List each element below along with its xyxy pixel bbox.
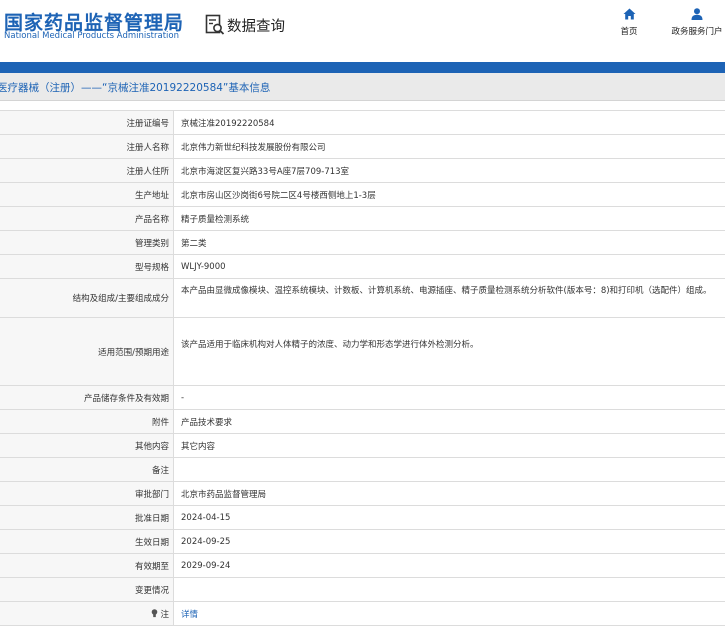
- table-row: 注册证编号 京械注准20192220584: [0, 111, 725, 135]
- row-value: 产品技术要求: [181, 417, 233, 428]
- row-label-note: 注: [0, 602, 174, 625]
- row-value: 北京市海淀区复兴路33号A座7层709-713室: [181, 166, 350, 177]
- nav-gov-label: 政务服务门户: [671, 27, 723, 37]
- row-value: 详情: [174, 602, 725, 625]
- table-row: 变更情况: [0, 578, 725, 602]
- row-value: -: [181, 392, 185, 403]
- table-row: 注 详情: [0, 602, 725, 626]
- nav-home[interactable]: 首页: [616, 8, 642, 37]
- table-row: 结构及组成/主要组成成分 本产品由显微成像模块、温控系统模块、计数板、计算机系统…: [0, 279, 725, 318]
- row-value: 北京市房山区沙岗街6号院二区4号楼西侧地上1-3层: [181, 190, 376, 201]
- row-label: 附件: [0, 410, 174, 433]
- data-query-label: 数据查询: [227, 18, 285, 35]
- row-label: 产品储存条件及有效期: [0, 386, 174, 409]
- data-query-icon: [205, 14, 225, 35]
- nav-gov-portal[interactable]: 政务服务门户: [667, 8, 725, 37]
- row-label: 生产地址: [0, 183, 174, 206]
- row-label: 注册人名称: [0, 135, 174, 158]
- page-title: 医疗器械（注册）——“京械注准20192220584”基本信息: [0, 82, 271, 94]
- detail-table: 注册证编号 京械注准20192220584 注册人名称 北京伟力新世纪科技发展股…: [0, 110, 725, 626]
- table-row: 注册人住所 北京市海淀区复兴路33号A座7层709-713室: [0, 159, 725, 183]
- table-row: 产品名称 精子质量检测系统: [0, 207, 725, 231]
- row-label: 管理类别: [0, 231, 174, 254]
- row-value: 2024-04-15: [181, 512, 231, 523]
- row-label: 注册证编号: [0, 111, 174, 134]
- row-value: 精子质量检测系统: [181, 214, 250, 225]
- table-row: 注册人名称 北京伟力新世纪科技发展股份有限公司: [0, 135, 725, 159]
- table-row: 产品储存条件及有效期 -: [0, 386, 725, 410]
- row-value: 该产品适用于临床机构对人体精子的浓度、动力学和形态学进行体外检测分析。: [181, 340, 479, 350]
- table-row: 适用范围/预期用途 该产品适用于临床机构对人体精子的浓度、动力学和形态学进行体外…: [0, 318, 725, 386]
- row-label: 适用范围/预期用途: [0, 318, 174, 385]
- header-accent-bar: [0, 62, 725, 73]
- row-label: 有效期至: [0, 554, 174, 577]
- row-label: 备注: [0, 458, 174, 481]
- row-label: 结构及组成/主要组成成分: [0, 279, 174, 317]
- data-query-link[interactable]: 数据查询: [205, 14, 285, 36]
- row-label: 变更情况: [0, 578, 174, 601]
- nav-home-label: 首页: [620, 27, 638, 37]
- row-label: 产品名称: [0, 207, 174, 230]
- details-link[interactable]: 详情: [181, 608, 198, 620]
- row-value: 其它内容: [181, 441, 216, 452]
- site-header: 国家药品监督管理局 National Medical Products Admi…: [0, 0, 725, 62]
- row-value: 北京伟力新世纪科技发展股份有限公司: [181, 142, 326, 153]
- table-row: 管理类别 第二类: [0, 231, 725, 255]
- row-value: 北京市药品监督管理局: [181, 489, 267, 500]
- row-value: [174, 578, 725, 601]
- table-row: 有效期至 2029-09-24: [0, 554, 725, 578]
- row-value: 2029-09-24: [181, 560, 231, 571]
- row-value: 本产品由显微成像模块、温控系统模块、计数板、计算机系统、电源插座、精子质量检测系…: [181, 286, 712, 296]
- row-value: WLJY-9000: [181, 261, 226, 272]
- row-value: 京械注准20192220584: [181, 118, 275, 129]
- table-row: 备注: [0, 458, 725, 482]
- table-row: 生产地址 北京市房山区沙岗街6号院二区4号楼西侧地上1-3层: [0, 183, 725, 207]
- table-row: 型号规格 WLJY-9000: [0, 255, 725, 279]
- row-label: 型号规格: [0, 255, 174, 278]
- row-label: 注册人住所: [0, 159, 174, 182]
- row-label: 批准日期: [0, 506, 174, 529]
- table-row: 生效日期 2024-09-25: [0, 530, 725, 554]
- row-label: 注: [160, 609, 169, 620]
- home-icon: [623, 8, 635, 20]
- row-label: 其他内容: [0, 434, 174, 457]
- row-label: 审批部门: [0, 482, 174, 505]
- row-value: [174, 458, 725, 481]
- lightbulb-icon: [152, 609, 158, 618]
- table-row: 附件 产品技术要求: [0, 410, 725, 434]
- table-row: 批准日期 2024-04-15: [0, 506, 725, 530]
- site-logo-subtitle[interactable]: National Medical Products Administration: [4, 31, 179, 41]
- table-row: 其他内容 其它内容: [0, 434, 725, 458]
- row-label: 生效日期: [0, 530, 174, 553]
- record-title-bar: 医疗器械（注册）——“京械注准20192220584”基本信息: [0, 73, 725, 101]
- row-value: 2024-09-25: [181, 536, 231, 547]
- table-row: 审批部门 北京市药品监督管理局: [0, 482, 725, 506]
- user-icon: [691, 8, 703, 20]
- row-value: 第二类: [181, 238, 207, 249]
